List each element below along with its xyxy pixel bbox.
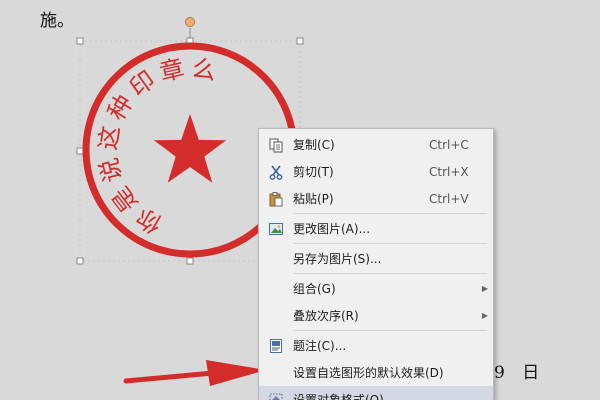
menu-separator: [293, 213, 487, 214]
menu-item-shortcut: Ctrl+X: [429, 164, 469, 179]
menu-item-shortcut: Ctrl+V: [429, 191, 469, 206]
menu-item-shortcut: Ctrl+C: [429, 137, 469, 152]
stamp-char: 你: [132, 202, 167, 238]
menu-item-label: 题注(C)...: [293, 339, 347, 353]
menu-item-label: 粘贴(P): [293, 192, 334, 206]
stamp-char: 说: [95, 155, 128, 185]
menu-item-label: 设置对象格式(O)...: [293, 393, 396, 400]
stamp-char: 印: [125, 65, 161, 102]
menu-item-label: 剪切(T): [293, 165, 334, 179]
menu-item-label: 组合(G): [293, 282, 336, 296]
menu-item-copy[interactable]: 复制(C) Ctrl+C: [259, 131, 493, 158]
menu-item-label: 更改图片(A)...: [293, 222, 371, 236]
menu-separator: [293, 273, 487, 274]
resize-handle-top-left[interactable]: [76, 37, 84, 45]
submenu-arrow-icon: ▶: [481, 311, 489, 320]
menu-item-label: 另存为图片(S)...: [293, 252, 382, 266]
menu-item-default-shape-effect[interactable]: 设置自选图形的默认效果(D): [259, 359, 493, 386]
menu-item-change-picture[interactable]: 更改图片(A)...: [259, 215, 493, 242]
rotate-handle[interactable]: [185, 17, 195, 27]
stamp-char: 这: [94, 124, 125, 152]
menu-item-order[interactable]: 叠放次序(R) ▶: [259, 302, 493, 329]
menu-item-label: 复制(C): [293, 138, 335, 152]
resize-handle-bottom-left[interactable]: [76, 257, 84, 265]
annotation-arrow: [123, 360, 266, 386]
menu-item-save-as-picture[interactable]: 另存为图片(S)...: [259, 245, 493, 272]
paste-icon: [259, 185, 293, 212]
resize-handle-left[interactable]: [76, 147, 84, 155]
stamp-char: 种: [102, 90, 138, 125]
menu-item-label: 叠放次序(R): [293, 309, 359, 323]
star-icon: [153, 114, 227, 183]
menu-item-paste[interactable]: 粘贴(P) Ctrl+V: [259, 185, 493, 212]
stamp-char: 么: [190, 54, 218, 86]
resize-handle-bottom[interactable]: [186, 257, 194, 265]
context-menu: 复制(C) Ctrl+C 剪切(T) Ctrl+X 粘贴(P) Ctrl+V 更…: [258, 128, 494, 400]
resize-handle-top-right[interactable]: [296, 37, 304, 45]
format-object-icon: [259, 386, 293, 400]
menu-item-group[interactable]: 组合(G) ▶: [259, 275, 493, 302]
menu-separator: [293, 243, 487, 244]
copy-icon: [259, 131, 293, 158]
menu-item-caption[interactable]: 题注(C)...: [259, 332, 493, 359]
stamp-char: 章: [157, 54, 187, 87]
menu-item-cut[interactable]: 剪切(T) Ctrl+X: [259, 158, 493, 185]
submenu-arrow-icon: ▶: [481, 284, 489, 293]
stamp-char: 是: [107, 181, 144, 217]
change-picture-icon: [259, 215, 293, 242]
caption-icon: [259, 332, 293, 359]
menu-item-format-object[interactable]: 设置对象格式(O)...: [259, 386, 493, 400]
menu-item-label: 设置自选图形的默认效果(D): [293, 366, 444, 380]
menu-separator: [293, 330, 487, 331]
scissors-icon: [259, 158, 293, 185]
